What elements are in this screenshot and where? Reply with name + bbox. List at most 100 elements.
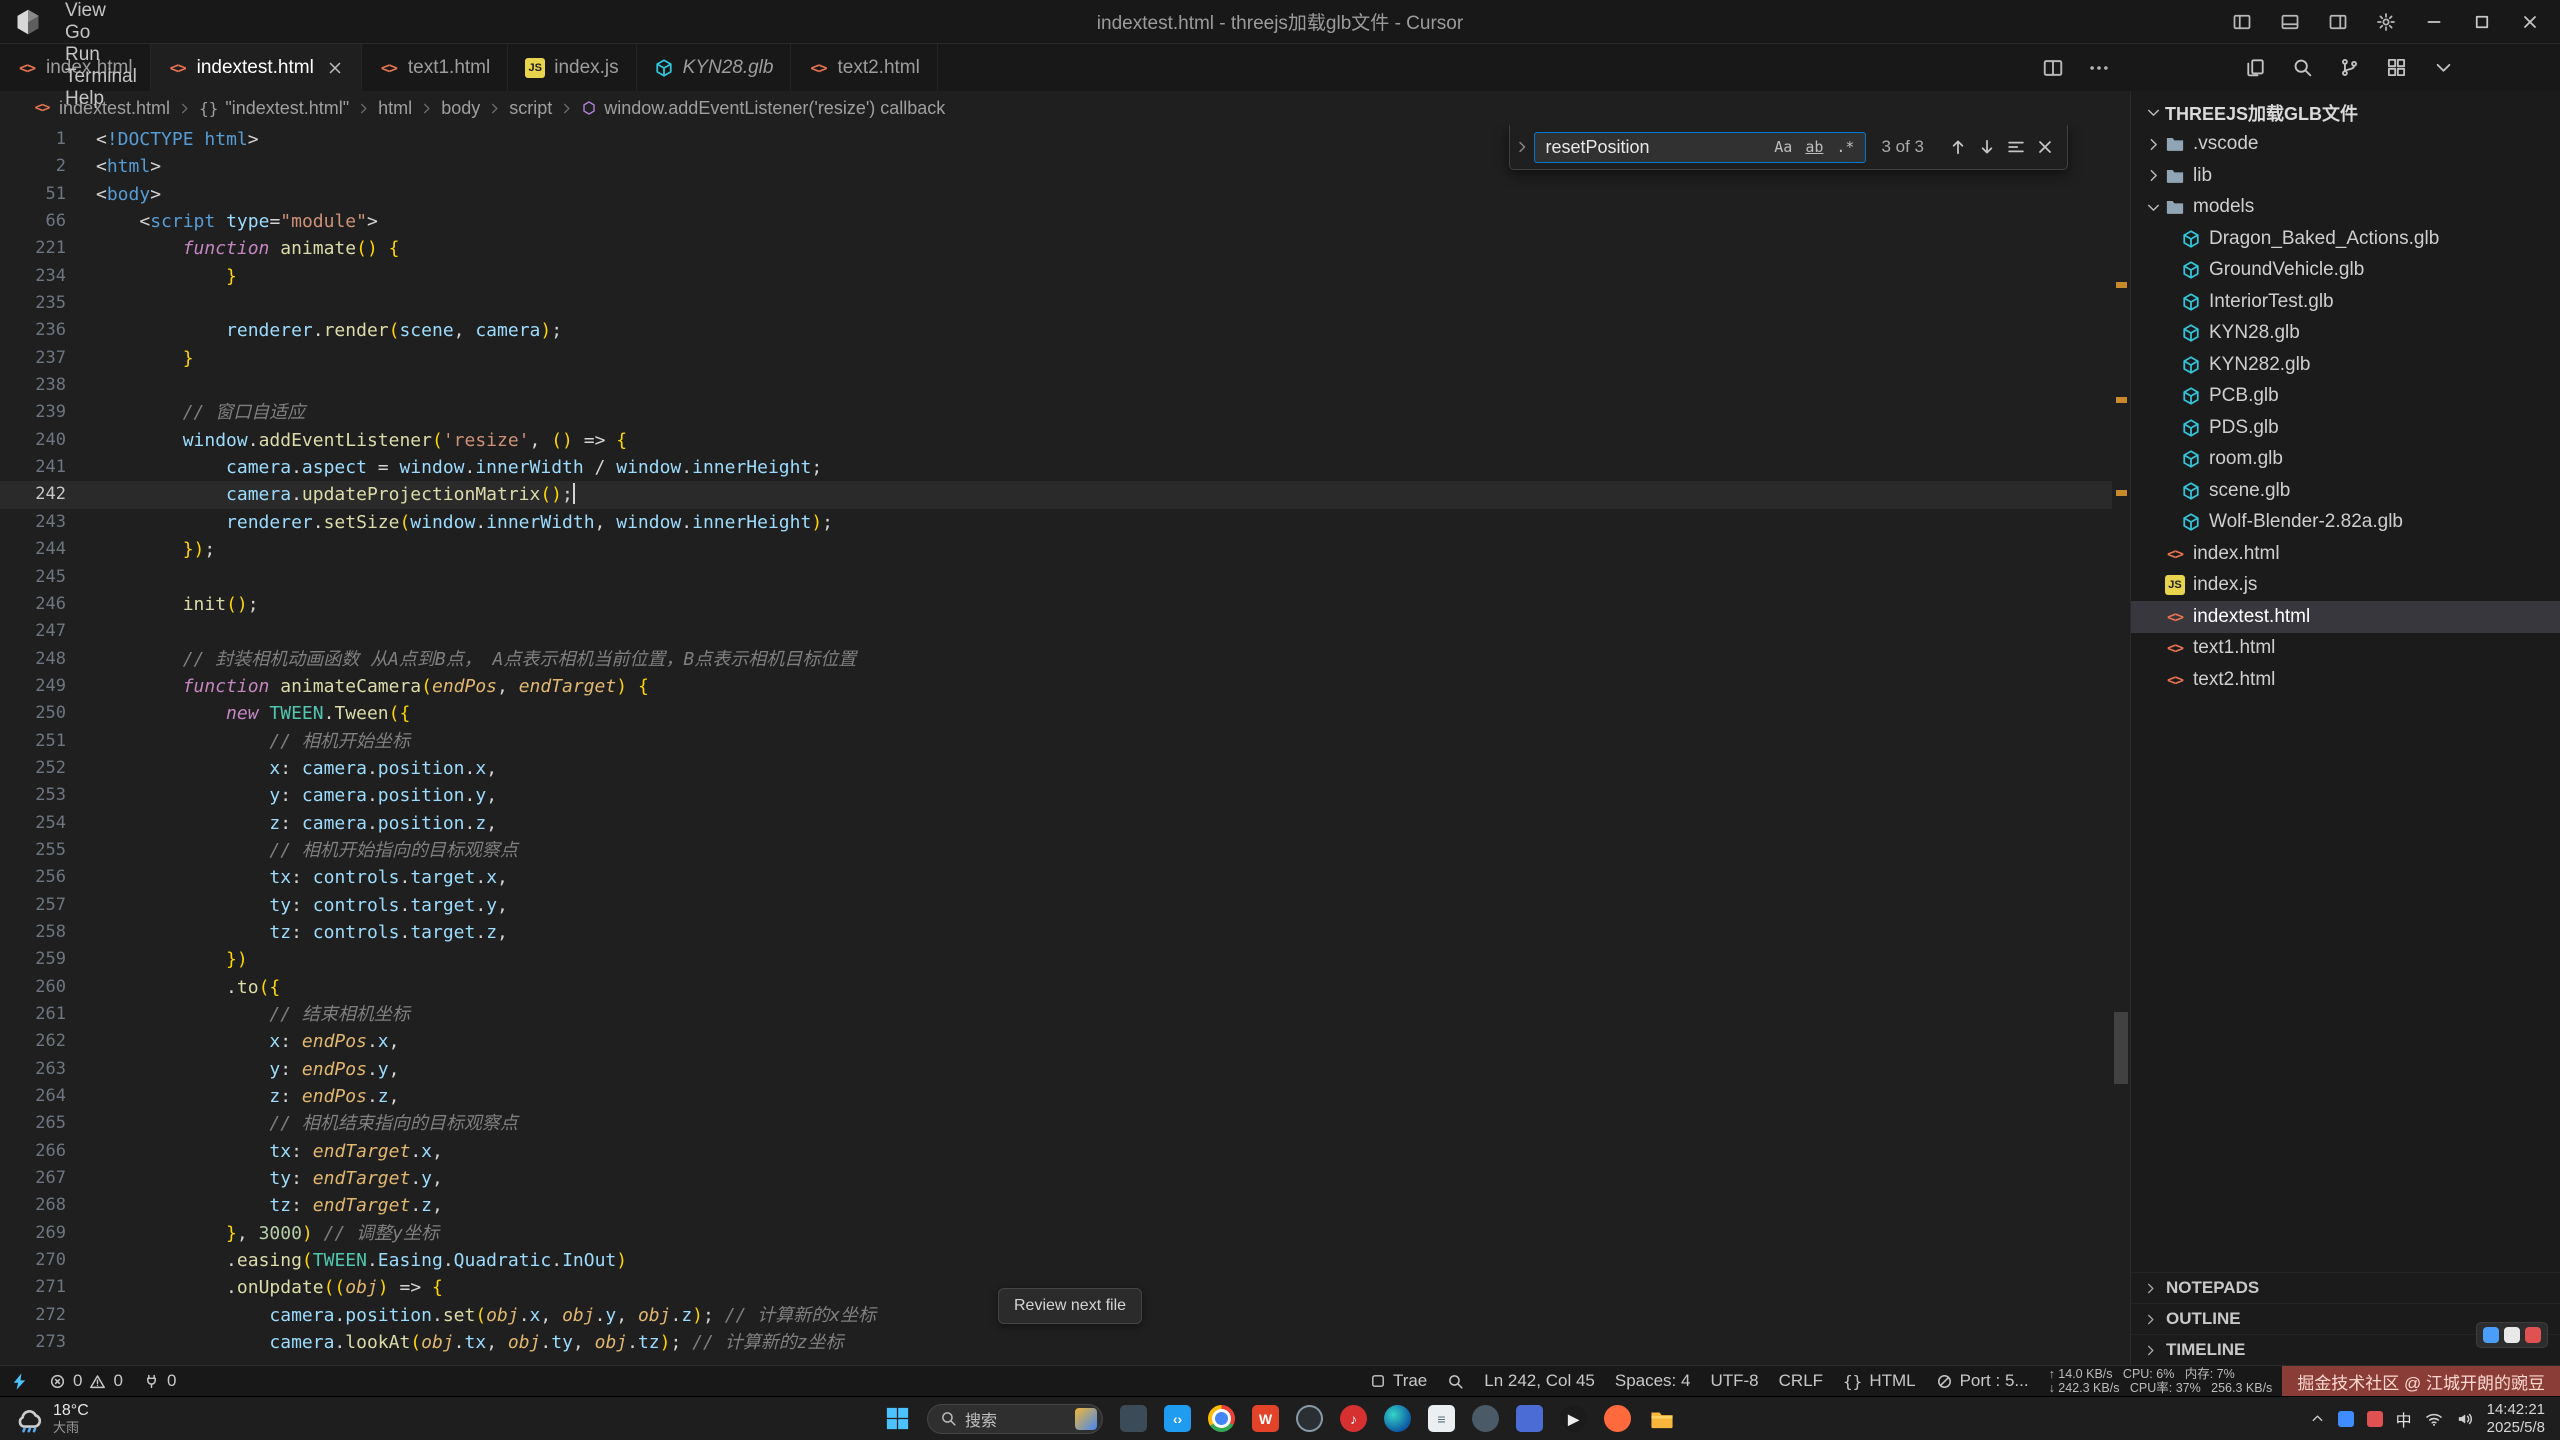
collapse-sidebar-icon[interactable] — [2433, 57, 2454, 78]
previous-match-button[interactable] — [1948, 137, 1968, 157]
encoding[interactable]: UTF-8 — [1700, 1366, 1768, 1396]
code-line-239[interactable]: 239 // 窗口自适应 — [0, 399, 2112, 426]
tree-item-kyn28-glb[interactable]: KYN28.glb — [2131, 318, 2560, 350]
code-line-260[interactable]: 260 .to({ — [0, 974, 2112, 1001]
ports-indicator[interactable]: 0 — [133, 1366, 186, 1396]
breadcrumb-item-window-addeventlistener-resize-callback[interactable]: window.addEventListener('resize') callba… — [581, 98, 945, 119]
code-line-248[interactable]: 248 // 封装相机动画函数 从A点到B点， A点表示相机当前位置，B点表示相… — [0, 646, 2112, 673]
maximize-button[interactable] — [2472, 12, 2492, 32]
tree-item-pds-glb[interactable]: PDS.glb — [2131, 412, 2560, 444]
breadcrumb-item-script[interactable]: script — [509, 98, 552, 119]
code-line-235[interactable]: 235 — [0, 290, 2112, 317]
tab-index-js[interactable]: JSindex.js — [508, 44, 636, 91]
tree-item-wolf-blender-2-82a-glb[interactable]: Wolf-Blender-2.82a.glb — [2131, 507, 2560, 539]
whole-word-toggle[interactable]: ab — [1800, 136, 1828, 158]
code-line-245[interactable]: 245 — [0, 564, 2112, 591]
problems-indicator[interactable]: 0 0 — [39, 1366, 133, 1396]
toggle-sidebar-icon[interactable] — [2232, 12, 2252, 32]
section-notepads[interactable]: NOTEPADS — [2131, 1272, 2560, 1303]
code-line-243[interactable]: 243 renderer.setSize(window.innerWidth, … — [0, 509, 2112, 536]
code-line-237[interactable]: 237 } — [0, 345, 2112, 372]
code-line-240[interactable]: 240 window.addEventListener('resize', ()… — [0, 427, 2112, 454]
taskbar-app-wps-icon[interactable]: W — [1252, 1405, 1279, 1432]
regex-toggle[interactable]: .* — [1831, 136, 1859, 158]
code-editor[interactable]: resetPosition Aa ab .* 3 of 3 1<!DOCTYPE… — [0, 125, 2130, 1365]
tree-root[interactable]: THREEJS加载GLB文件 — [2131, 97, 2560, 129]
taskbar-search[interactable]: 搜索 — [927, 1404, 1103, 1434]
tree-item-kyn282-glb[interactable]: KYN282.glb — [2131, 349, 2560, 381]
taskbar-app-dark-round-app-icon[interactable] — [1296, 1405, 1323, 1432]
eol-sequence[interactable]: CRLF — [1769, 1366, 1833, 1396]
code-line-221[interactable]: 221 function animate() { — [0, 235, 2112, 262]
settings-gear-icon[interactable] — [2376, 12, 2396, 32]
network-icon[interactable] — [2425, 1410, 2443, 1428]
weather-widget[interactable]: 18°C 大雨 — [0, 1397, 103, 1440]
tree-item-indextest-html[interactable]: <>indextest.html — [2131, 601, 2560, 633]
find-in-selection-button[interactable] — [2006, 137, 2026, 157]
toggle-panel-icon[interactable] — [2280, 12, 2300, 32]
review-next-file-button[interactable]: Review next file — [998, 1288, 1142, 1324]
code-line-263[interactable]: 263 y: endPos.y, — [0, 1056, 2112, 1083]
menu-go[interactable]: Go — [52, 22, 156, 44]
trae-indicator[interactable]: Trae — [1360, 1366, 1437, 1396]
code-line-262[interactable]: 262 x: endPos.x, — [0, 1028, 2112, 1055]
code-line-264[interactable]: 264 z: endPos.z, — [0, 1083, 2112, 1110]
code-line-242[interactable]: 242 camera.updateProjectionMatrix(); — [0, 481, 2112, 508]
port-indicator[interactable]: Port : 5... — [1926, 1366, 2039, 1396]
tree-item-pcb-glb[interactable]: PCB.glb — [2131, 381, 2560, 413]
taskbar-app-player-app-icon[interactable]: ▶ — [1560, 1405, 1587, 1432]
close-window-button[interactable] — [2520, 12, 2540, 32]
code-line-247[interactable]: 247 — [0, 618, 2112, 645]
code-line-253[interactable]: 253 y: camera.position.y, — [0, 782, 2112, 809]
breadcrumb-item-html[interactable]: html — [378, 98, 412, 119]
hidden-icons-chevron[interactable] — [2310, 1411, 2325, 1426]
minimize-button[interactable] — [2424, 12, 2444, 32]
taskbar-app-edge-icon[interactable] — [1384, 1405, 1411, 1432]
more-actions-icon[interactable] — [2088, 57, 2110, 79]
source-control-icon[interactable] — [2339, 57, 2360, 78]
code-line-270[interactable]: 270 .easing(TWEEN.Easing.Quadratic.InOut… — [0, 1247, 2112, 1274]
tree-item-models[interactable]: models — [2131, 192, 2560, 224]
toggle-secondary-sidebar-icon[interactable] — [2328, 12, 2348, 32]
code-line-238[interactable]: 238 — [0, 372, 2112, 399]
volume-icon[interactable] — [2456, 1410, 2474, 1428]
ime-indicator[interactable]: 中 — [2396, 1407, 2412, 1431]
code-line-257[interactable]: 257 ty: controls.target.y, — [0, 892, 2112, 919]
taskbar-app-notes-app-icon[interactable]: ≡ — [1428, 1405, 1455, 1432]
editor-scrollbar[interactable] — [2112, 125, 2130, 1365]
floating-toolbar-icon[interactable] — [2483, 1327, 2499, 1343]
code-line-254[interactable]: 254 z: camera.position.z, — [0, 810, 2112, 837]
clock[interactable]: 14:42:21 2025/5/8 — [2487, 1401, 2545, 1437]
tree-item-groundvehicle-glb[interactable]: GroundVehicle.glb — [2131, 255, 2560, 287]
tree-item-scene-glb[interactable]: scene.glb — [2131, 475, 2560, 507]
search-icon[interactable] — [2292, 57, 2313, 78]
taskbar-app-chrome-icon[interactable] — [1208, 1405, 1235, 1432]
code-line-267[interactable]: 267 ty: endTarget.y, — [0, 1165, 2112, 1192]
menu-run[interactable]: Run — [52, 44, 156, 66]
menu-help[interactable]: Help — [52, 88, 156, 110]
open-editors-icon[interactable] — [2245, 57, 2266, 78]
split-editor-icon[interactable] — [2042, 57, 2064, 79]
menu-view[interactable]: View — [52, 0, 156, 22]
tree-item-room-glb[interactable]: room.glb — [2131, 444, 2560, 476]
code-line-258[interactable]: 258 tz: controls.target.z, — [0, 919, 2112, 946]
close-tab-icon[interactable] — [326, 59, 344, 77]
taskbar-app-music-app-icon[interactable]: ♪ — [1340, 1405, 1367, 1432]
code-line-250[interactable]: 250 new TWEEN.Tween({ — [0, 700, 2112, 727]
tree-item-text1-html[interactable]: <>text1.html — [2131, 633, 2560, 665]
search-status-item[interactable] — [1437, 1366, 1474, 1396]
tree-item-text2-html[interactable]: <>text2.html — [2131, 664, 2560, 696]
code-line-251[interactable]: 251 // 相机开始坐标 — [0, 728, 2112, 755]
tab-kyn28-glb[interactable]: KYN28.glb — [637, 44, 792, 91]
indentation[interactable]: Spaces: 4 — [1605, 1366, 1701, 1396]
floating-toolbar[interactable] — [2476, 1322, 2548, 1348]
tree-item-vscode[interactable]: .vscode — [2131, 129, 2560, 161]
code-line-269[interactable]: 269 }, 3000) // 调整y坐标 — [0, 1220, 2112, 1247]
tree-item-interiortest-glb[interactable]: InteriorTest.glb — [2131, 286, 2560, 318]
taskbar-app-window-app-icon[interactable] — [1120, 1405, 1147, 1432]
floating-toolbar-icon[interactable] — [2504, 1327, 2520, 1343]
start-button[interactable] — [885, 1406, 910, 1431]
find-input[interactable]: resetPosition Aa ab .* — [1534, 132, 1866, 163]
tab-text2-html[interactable]: <>text2.html — [791, 44, 937, 91]
floating-toolbar-icon[interactable] — [2525, 1327, 2541, 1343]
